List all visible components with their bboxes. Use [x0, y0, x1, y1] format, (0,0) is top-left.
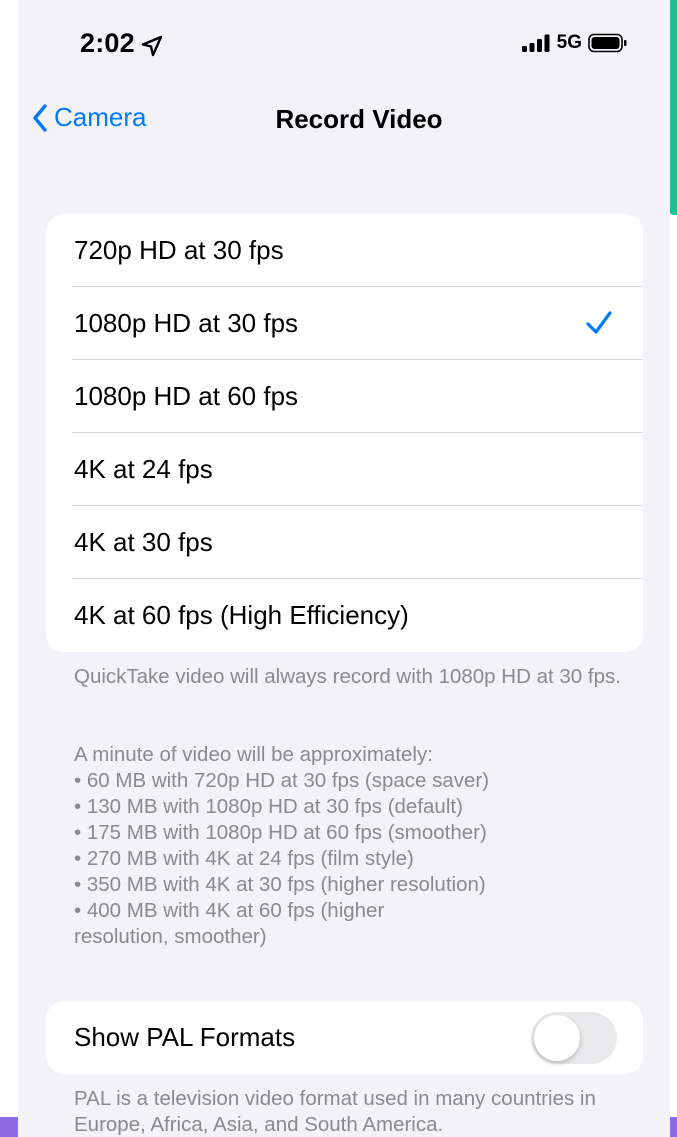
time-label: 2:02: [80, 28, 135, 58]
navigation-bar: Camera Record Video: [18, 90, 670, 150]
location-arrow-icon: [141, 33, 163, 56]
pal-footnote: PAL is a television video format used in…: [74, 1087, 596, 1136]
option-label: 1080p HD at 30 fps: [74, 308, 299, 338]
file-size-item: • 350 MB with 4K at 30 fps (higher resol…: [74, 873, 486, 896]
pal-formats-toggle[interactable]: [531, 1012, 617, 1064]
toggle-knob: [534, 1015, 580, 1061]
file-size-footnote: A minute of video will be approximately:…: [74, 742, 634, 950]
option-label: 4K at 30 fps: [74, 527, 213, 557]
video-format-list: 720p HD at 30 fps 1080p HD at 30 fps 108…: [46, 214, 643, 652]
pal-formats-label: Show PAL Formats: [74, 1022, 296, 1052]
option-1080p-60fps[interactable]: 1080p HD at 60 fps: [46, 360, 643, 433]
option-4k-24fps[interactable]: 4K at 24 fps: [46, 433, 643, 506]
option-720p-30fps[interactable]: 720p HD at 30 fps: [46, 214, 643, 287]
option-4k-30fps[interactable]: 4K at 30 fps: [46, 506, 643, 579]
battery-icon: [588, 33, 628, 53]
option-label: 720p HD at 30 fps: [74, 235, 284, 265]
cellular-signal-icon: [521, 33, 551, 53]
file-size-item: • 60 MB with 720p HD at 30 fps (space sa…: [74, 769, 490, 792]
checkmark-icon: [585, 309, 613, 337]
option-label: 4K at 24 fps: [74, 454, 213, 484]
status-indicators: 5G: [521, 32, 628, 54]
file-size-item: • 175 MB with 1080p HD at 60 fps (smooth…: [74, 821, 487, 844]
quicktake-footnote: QuickTake video will always record with …: [74, 665, 621, 688]
file-size-item: • 270 MB with 4K at 24 fps (film style): [74, 847, 414, 870]
file-size-item: • 400 MB with 4K at 60 fps (higher: [74, 899, 385, 922]
file-size-item: • 130 MB with 1080p HD at 30 fps (defaul…: [74, 795, 463, 818]
option-4k-60fps-high-efficiency[interactable]: 4K at 60 fps (High Efficiency): [46, 579, 643, 652]
status-time: 2:02: [80, 28, 163, 59]
option-1080p-30fps[interactable]: 1080p HD at 30 fps: [46, 287, 643, 360]
network-type-label: 5G: [556, 32, 582, 53]
screen: 2:02 5G Camera Record Video 720p HD at 3…: [0, 0, 677, 1137]
status-bar: 2:02 5G: [18, 0, 670, 90]
option-label: 4K at 60 fps (High Efficiency): [74, 600, 409, 630]
phone-screen: 2:02 5G Camera Record Video 720p HD at 3…: [18, 0, 670, 1137]
pal-formats-row: Show PAL Formats: [46, 1001, 643, 1074]
file-size-item: resolution, smoother): [74, 925, 267, 948]
option-label: 1080p HD at 60 fps: [74, 381, 299, 411]
file-size-intro: A minute of video will be approximately:: [74, 743, 433, 766]
page-title: Record Video: [275, 104, 443, 134]
